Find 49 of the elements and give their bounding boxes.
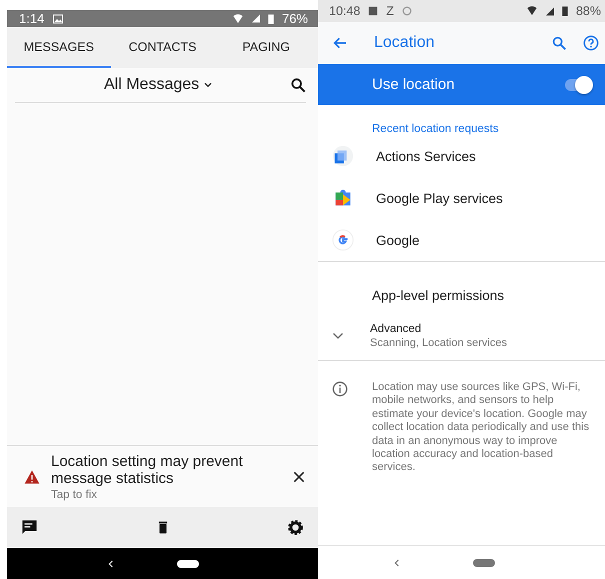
warning-icon (23, 468, 41, 484)
wifi-icon (526, 6, 538, 16)
message-icon (21, 519, 38, 536)
search-icon (551, 35, 567, 51)
filter-dropdown[interactable]: All Messages (104, 76, 214, 94)
image-icon (52, 12, 64, 24)
circle-icon (402, 6, 412, 16)
info-text: Location may use sources like GPS, Wi-Fi, mobile networks, and sensors to help estimate your device's location. Google may collect location data periodically and use this data in an anonymous way to improve location accuracy and location-based services. (372, 381, 590, 476)
banner-title: Location setting may prevent message statistics (51, 452, 244, 486)
tab[interactable]: CONTACTS (110, 27, 214, 68)
advanced-title: Advanced (370, 323, 422, 335)
image-icon (368, 6, 378, 16)
back-arrow-icon (332, 35, 348, 51)
tab[interactable]: MESSAGES (7, 27, 111, 68)
settings-icon (287, 519, 304, 536)
info-icon (332, 381, 348, 397)
app-name[interactable]: Google (376, 232, 420, 248)
tab[interactable]: PAGING (214, 27, 318, 68)
chevron-down-icon (203, 81, 214, 89)
app-name[interactable]: Google Play services (376, 190, 503, 206)
battery-percent: 88% (576, 4, 601, 18)
banner-subtitle: Tap to fix (51, 488, 98, 500)
page-title: Location (374, 34, 436, 52)
toggle-switch[interactable] (563, 76, 593, 94)
battery-icon (562, 6, 568, 16)
status-time: 1:14 (19, 11, 44, 26)
switch-label: Use location (372, 76, 456, 93)
signal-icon (252, 14, 260, 23)
status-letter: Z (386, 4, 394, 18)
battery-percent: 76% (282, 11, 308, 26)
wifi-icon (232, 14, 244, 24)
back-icon (392, 558, 400, 568)
battery-icon (268, 14, 274, 24)
app-level-permissions[interactable]: App-level permissions (372, 288, 504, 302)
section-header: Recent location requests (372, 123, 499, 135)
warning-banner[interactable]: Location setting may prevent message statistics Tap to fix (7, 446, 318, 507)
status-time: 10:48 (329, 4, 360, 18)
search-icon (290, 77, 306, 93)
advanced-row[interactable]: Advanced Scanning, Location services (318, 312, 605, 360)
google-icon (332, 229, 354, 251)
signal-icon (546, 6, 554, 16)
app-icon (332, 145, 354, 167)
back-icon (106, 558, 114, 568)
app-name[interactable]: Actions Services (376, 148, 476, 164)
home-pill[interactable] (176, 560, 198, 568)
help-icon (583, 35, 599, 51)
master-switch-bar[interactable]: Use location (318, 64, 605, 105)
close-icon (292, 470, 306, 484)
advanced-summary: Scanning, Location services (370, 337, 507, 349)
